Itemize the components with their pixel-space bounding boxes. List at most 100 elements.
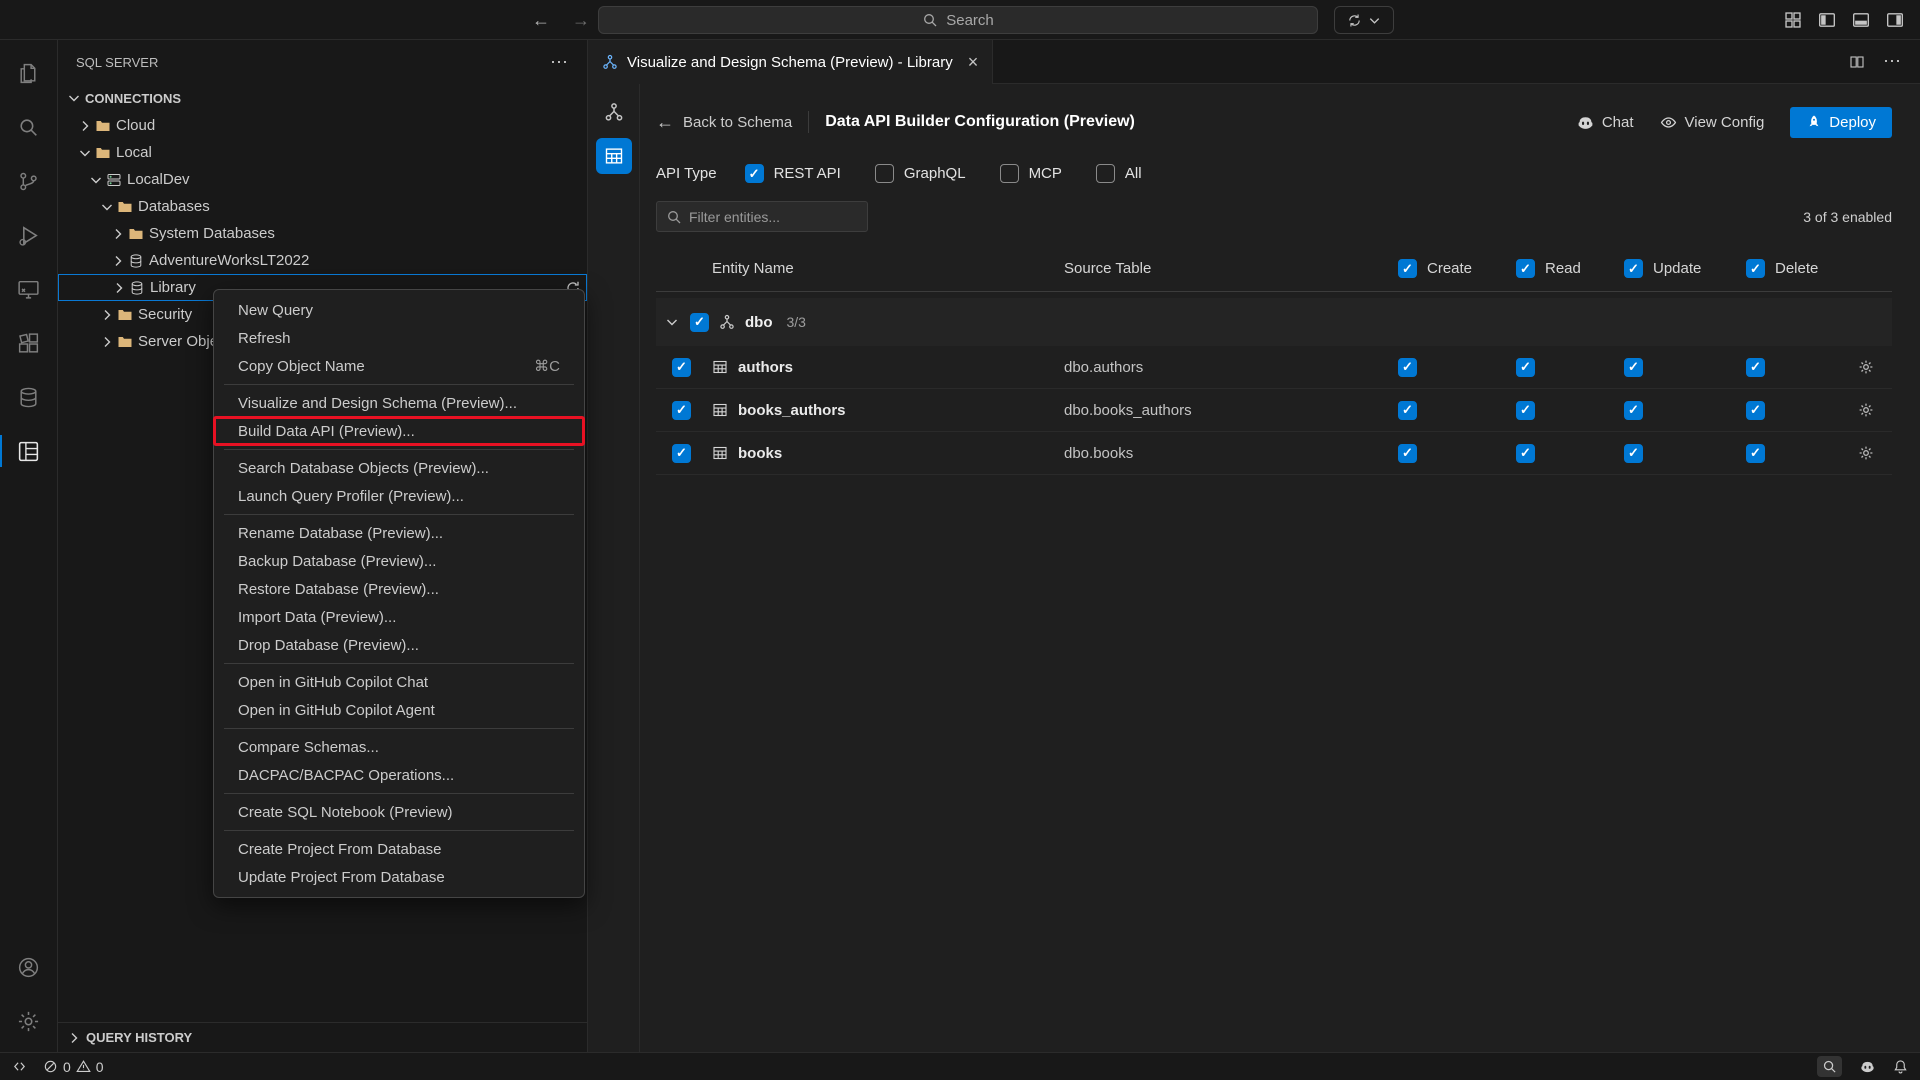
checkbox-all[interactable] (1096, 164, 1115, 183)
group-checkbox[interactable]: ✓ (690, 313, 709, 332)
menu-item-dacpac-bacpac-operations[interactable]: DACPAC/BACPAC Operations... (214, 761, 584, 789)
tab-visualize-schema[interactable]: Visualize and Design Schema (Preview) - … (588, 40, 993, 84)
menu-item-compare-schemas[interactable]: Compare Schemas... (214, 733, 584, 761)
menu-item-visualize-and-design-schema-preview[interactable]: Visualize and Design Schema (Preview)... (214, 389, 584, 417)
menu-item-import-data-preview[interactable]: Import Data (Preview)... (214, 603, 584, 631)
entity-checkbox[interactable]: ✓ (672, 444, 691, 463)
chevron-down-icon[interactable] (77, 145, 93, 161)
activity-sql-server[interactable] (0, 370, 58, 424)
checkbox-mcp[interactable] (1000, 164, 1019, 183)
chevron-down-icon[interactable] (99, 199, 115, 215)
activity-remote-explorer[interactable] (0, 262, 58, 316)
activity-source-control[interactable] (0, 154, 58, 208)
read-checkbox[interactable]: ✓ (1516, 358, 1535, 377)
checkbox-graphql[interactable] (875, 164, 894, 183)
toggle-panel-icon[interactable] (1852, 11, 1870, 29)
activity-extensions[interactable] (0, 316, 58, 370)
create-checkbox[interactable]: ✓ (1398, 358, 1417, 377)
back-to-schema-button[interactable]: ← Back to Schema (656, 112, 792, 133)
menu-item-build-data-api-preview[interactable]: Build Data API (Preview)... (214, 417, 584, 445)
activity-explorer[interactable] (0, 46, 58, 100)
sidebar-more-actions-icon[interactable]: ⋯ (550, 52, 569, 73)
menu-item-update-project-from-database[interactable]: Update Project From Database (214, 863, 584, 891)
update-checkbox[interactable]: ✓ (1624, 401, 1643, 420)
read-checkbox[interactable]: ✓ (1516, 401, 1535, 420)
menu-item-search-database-objects-preview[interactable]: Search Database Objects (Preview)... (214, 454, 584, 482)
remote-indicator[interactable] (12, 1059, 27, 1074)
toggle-sidebar-left-icon[interactable] (1818, 11, 1836, 29)
close-icon[interactable]: × (968, 52, 979, 73)
api-type-graphql[interactable]: GraphQL (875, 164, 966, 183)
forward-arrow-icon[interactable]: → (572, 10, 590, 31)
create-checkbox[interactable]: ✓ (1398, 401, 1417, 420)
zoom-indicator[interactable] (1817, 1056, 1842, 1077)
chevron-right-icon[interactable] (99, 307, 115, 323)
delete-checkbox[interactable]: ✓ (1746, 444, 1765, 463)
activity-search[interactable] (0, 100, 58, 154)
gear-icon[interactable] (1858, 402, 1874, 418)
menu-item-refresh[interactable]: Refresh (214, 324, 584, 352)
chevron-right-icon[interactable] (77, 118, 93, 134)
schema-group-row[interactable]: ✓dbo3/3 (656, 298, 1892, 346)
filter-entities-input[interactable]: Filter entities... (656, 201, 868, 232)
view-config-button[interactable]: View Config (1660, 114, 1765, 131)
copilot-session-button[interactable] (1334, 6, 1394, 34)
chevron-down-icon[interactable] (66, 90, 82, 106)
menu-item-new-query[interactable]: New Query (214, 296, 584, 324)
delete-checkbox[interactable]: ✓ (1746, 358, 1765, 377)
chevron-down-icon[interactable] (664, 314, 680, 330)
tree-item-databases[interactable]: Databases (58, 193, 587, 220)
entity-checkbox[interactable]: ✓ (672, 358, 691, 377)
chevron-down-icon[interactable] (88, 172, 104, 188)
select-all-update-checkbox[interactable]: ✓ (1624, 259, 1643, 278)
select-all-delete-checkbox[interactable]: ✓ (1746, 259, 1765, 278)
connections-section[interactable]: CONNECTIONS (58, 84, 587, 112)
tree-item-local[interactable]: Local (58, 139, 587, 166)
select-all-create-checkbox[interactable]: ✓ (1398, 259, 1417, 278)
update-checkbox[interactable]: ✓ (1624, 444, 1643, 463)
activity-run-and-debug[interactable] (0, 208, 58, 262)
data-api-builder-button[interactable] (596, 138, 632, 174)
tree-item-system-databases[interactable]: System Databases (58, 220, 587, 247)
activity-accounts[interactable] (0, 940, 58, 994)
chat-button[interactable]: Chat (1577, 114, 1634, 131)
api-type-all[interactable]: All (1096, 164, 1142, 183)
activity-schema-visualizer[interactable] (0, 424, 58, 478)
tree-item-adventureworkslt2022[interactable]: AdventureWorksLT2022 (58, 247, 587, 274)
tree-item-localdev[interactable]: LocalDev (58, 166, 587, 193)
menu-item-open-in-github-copilot-agent[interactable]: Open in GitHub Copilot Agent (214, 696, 584, 724)
problems-indicator[interactable]: 0 0 (43, 1059, 104, 1075)
customize-layout-icon[interactable] (1784, 11, 1802, 29)
delete-checkbox[interactable]: ✓ (1746, 401, 1765, 420)
api-type-mcp[interactable]: MCP (1000, 164, 1062, 183)
menu-item-open-in-github-copilot-chat[interactable]: Open in GitHub Copilot Chat (214, 668, 584, 696)
menu-item-copy-object-name[interactable]: Copy Object Name⌘C (214, 352, 584, 380)
menu-item-rename-database-preview[interactable]: Rename Database (Preview)... (214, 519, 584, 547)
menu-item-backup-database-preview[interactable]: Backup Database (Preview)... (214, 547, 584, 575)
tree-item-cloud[interactable]: Cloud (58, 112, 587, 139)
editor-more-actions-icon[interactable]: ⋯ (1883, 51, 1902, 72)
back-arrow-icon[interactable]: ← (532, 10, 550, 31)
menu-item-create-sql-notebook-preview[interactable]: Create SQL Notebook (Preview) (214, 798, 584, 826)
menu-item-drop-database-preview[interactable]: Drop Database (Preview)... (214, 631, 584, 659)
menu-item-restore-database-preview[interactable]: Restore Database (Preview)... (214, 575, 584, 603)
chevron-right-icon[interactable] (110, 253, 126, 269)
chevron-right-icon[interactable] (110, 226, 126, 242)
copilot-status[interactable] (1860, 1059, 1875, 1074)
deploy-button[interactable]: Deploy (1790, 107, 1892, 138)
gear-icon[interactable] (1858, 359, 1874, 375)
gear-icon[interactable] (1858, 445, 1874, 461)
checkbox-rest-api[interactable]: ✓ (745, 164, 764, 183)
read-checkbox[interactable]: ✓ (1516, 444, 1535, 463)
create-checkbox[interactable]: ✓ (1398, 444, 1417, 463)
command-center-search[interactable]: Search (598, 6, 1318, 34)
chevron-right-icon[interactable] (99, 334, 115, 350)
activity-manage[interactable] (0, 994, 58, 1048)
split-editor-icon[interactable] (1849, 54, 1865, 70)
update-checkbox[interactable]: ✓ (1624, 358, 1643, 377)
toggle-sidebar-right-icon[interactable] (1886, 11, 1904, 29)
select-all-read-checkbox[interactable]: ✓ (1516, 259, 1535, 278)
menu-item-create-project-from-database[interactable]: Create Project From Database (214, 835, 584, 863)
schema-designer-button[interactable] (596, 94, 632, 130)
menu-item-launch-query-profiler-preview[interactable]: Launch Query Profiler (Preview)... (214, 482, 584, 510)
